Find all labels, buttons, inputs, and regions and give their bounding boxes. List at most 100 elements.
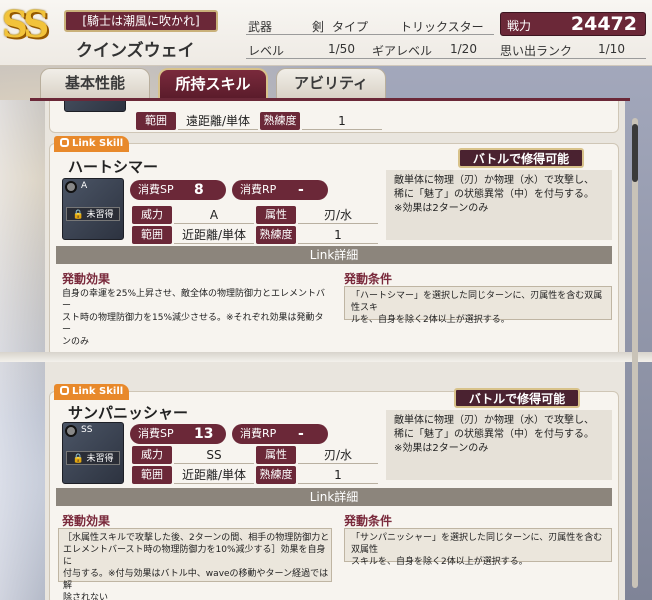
rank-badge: SS — [2, 4, 49, 46]
skill-list[interactable]: 範囲 遠距離/単体 熟練度 1 Link Skill ハートシマー バトルで修得… — [45, 101, 625, 600]
attr-value: 刃/水 — [298, 446, 378, 464]
divider — [246, 58, 646, 59]
attr-value: 刃/水 — [298, 206, 378, 224]
tab-ability[interactable]: アビリティ — [276, 68, 386, 98]
character-title: [騎士は潮風に吹かれ] — [64, 10, 218, 32]
rp-label: 消費RP — [240, 427, 277, 440]
effect-text: 自身の幸運を25%上昇させ、敵全体の物理防御力とエレメントバー スト時の物理防御… — [62, 288, 332, 348]
condition-text: 「サンパニッシャー」を選択した同じターンに、刃属性を含む双属性 スキルを、自身を… — [351, 532, 611, 568]
range-chip: 範囲 — [132, 466, 172, 484]
gear-value: 1/20 — [450, 42, 477, 56]
effect-line: ［水属性スキルで攻撃した後、2ターンの間、相手の物理防御力と — [63, 533, 330, 543]
range-value: 近距離/単体 — [174, 226, 254, 244]
skill-card[interactable]: Link Skill サンパニッシャー バトルで修得可能 SS 🔒 未習得 消費… — [49, 384, 619, 600]
condition-line: 「ハートシマー」を選択した同じターンに、刃属性を含む双属性スキ — [351, 291, 603, 313]
sp-cost: 消費SP 8 — [130, 180, 226, 200]
badge-label: Link Skill — [72, 138, 124, 149]
prof-chip: 熟練度 — [256, 466, 296, 484]
desc-line: 敵単体に物理（刃）か物理（水）で攻撃し、 — [394, 175, 594, 186]
left-side-art — [0, 100, 46, 600]
rp-cost: 消費RP - — [232, 424, 328, 444]
condition-line: ルを、自身を除く2体以上が選択する。 — [351, 315, 510, 325]
tab-bar: 基本性能 所持スキル アビリティ — [30, 66, 630, 100]
desc-line: 敵単体に物理（刃）か物理（水）で攻撃し、 — [394, 415, 594, 426]
effect-box: ［水属性スキルで攻撃した後、2ターンの間、相手の物理防御力と エレメントバースト… — [58, 528, 332, 600]
effect-line: エレメントバースト時の物理防御力を10%減少する］効果を自身に — [63, 545, 326, 567]
link-skill-badge: Link Skill — [54, 384, 130, 400]
range-value: 遠距離/単体 — [178, 112, 258, 130]
divider — [246, 34, 494, 35]
prof-value: 1 — [298, 226, 378, 244]
skill-name: ハートシマー — [68, 158, 159, 176]
tab-skills[interactable]: 所持スキル — [158, 68, 268, 98]
panel-divider — [0, 352, 652, 362]
unlearned-label: 🔒 未習得 — [66, 451, 120, 465]
effect-title: 発動効果 — [62, 272, 111, 286]
attr-chip: 属性 — [256, 206, 296, 224]
skill-icon — [64, 101, 126, 112]
desc-line: 稀に「魅了」の状態異常（中）を付与する。 — [394, 189, 594, 200]
level-value: 1/50 — [328, 42, 355, 56]
tab-basic[interactable]: 基本性能 — [40, 68, 150, 98]
skill-card-partial: 範囲 遠距離/単体 熟練度 1 — [49, 101, 619, 133]
rp-cost: 消費RP - — [232, 180, 328, 200]
rp-value: - — [298, 426, 304, 442]
power-label: 戦力 — [507, 19, 532, 33]
badge-label: Link Skill — [72, 386, 124, 397]
condition-title: 発動条件 — [344, 514, 393, 528]
sp-label: 消費SP — [138, 183, 174, 196]
prof-value: 1 — [298, 466, 378, 484]
desc-line: 稀に「魅了」の状態異常（中）を付与する。 — [394, 429, 594, 440]
link-icon — [60, 138, 69, 147]
type-value: トリックスター — [400, 20, 484, 34]
rp-value: - — [298, 182, 304, 198]
rank-circle-icon — [65, 181, 77, 193]
effect-title: 発動効果 — [62, 514, 111, 528]
skill-card[interactable]: Link Skill ハートシマー バトルで修得可能 A 🔒 未習得 消費SP … — [49, 136, 619, 357]
weapon-value: 剣 — [312, 20, 325, 34]
tab-label: アビリティ — [293, 74, 369, 92]
sp-cost: 消費SP 13 — [130, 424, 226, 444]
skill-icon[interactable]: SS 🔒 未習得 — [62, 422, 124, 484]
unlearned-label: 🔒 未習得 — [66, 207, 120, 221]
gear-label: ギアレベル — [372, 44, 433, 58]
condition-box: 「ハートシマー」を選択した同じターンに、刃属性を含む双属性スキ ルを、自身を除く… — [344, 286, 612, 325]
scrollbar-track[interactable] — [632, 118, 638, 588]
effect-line: ンのみ — [62, 337, 90, 347]
power-value: SS — [174, 446, 254, 464]
tab-label: 基本性能 — [64, 74, 125, 92]
power-chip: 威力 — [132, 446, 172, 464]
memory-label: 思い出ランク — [500, 44, 573, 58]
character-name: クインズウェイ — [76, 41, 195, 61]
sp-value: 13 — [194, 426, 214, 442]
memory-value: 1/10 — [598, 42, 625, 56]
rank-circle-icon — [65, 425, 77, 437]
battle-learnable-badge: バトルで修得可能 — [458, 148, 584, 168]
link-detail-header: Link詳細 — [56, 246, 612, 264]
skill-name: サンパニッシャー — [68, 404, 189, 422]
skill-icon[interactable]: A 🔒 未習得 — [62, 178, 124, 240]
prof-value: 1 — [302, 112, 382, 130]
desc-line: ※効果は2ターンのみ — [394, 443, 489, 454]
sp-value: 8 — [194, 182, 204, 198]
condition-line: 「サンパニッシャー」を選択した同じターンに、刃属性を含む双属性 — [351, 533, 603, 555]
condition-box: 「サンパニッシャー」を選択した同じターンに、刃属性を含む双属性 スキルを、自身を… — [344, 528, 612, 567]
character-header: SS [騎士は潮風に吹かれ] クインズウェイ 武器 剣 タイプ トリックスター … — [0, 0, 652, 66]
range-chip: 範囲 — [136, 112, 176, 130]
condition-title: 発動条件 — [344, 272, 393, 286]
skill-rank: SS — [81, 425, 93, 435]
link-icon — [60, 386, 69, 395]
skill-description: 敵単体に物理（刃）か物理（水）で攻撃し、 稀に「魅了」の状態異常（中）を付与する… — [386, 410, 612, 480]
power-box: 戦力 24472 — [500, 12, 646, 36]
scrollbar-thumb[interactable] — [632, 124, 638, 182]
power-chip: 威力 — [132, 206, 172, 224]
desc-line: ※効果は2ターンのみ — [394, 203, 489, 214]
prof-chip: 熟練度 — [260, 112, 300, 130]
weapon-label: 武器 — [248, 20, 273, 34]
prof-chip: 熟練度 — [256, 226, 296, 244]
effect-text: ［水属性スキルで攻撃した後、2ターンの間、相手の物理防御力と エレメントバースト… — [63, 532, 331, 600]
effect-line: スト時の物理防御力を15%減少させる。※それぞれ効果は発動ター — [62, 313, 324, 335]
effect-line: 付与する。※付与効果はバトル中、waveの移動やターン経過では解 — [63, 569, 329, 591]
power-value: 24472 — [570, 13, 637, 35]
condition-text: 「ハートシマー」を選択した同じターンに、刃属性を含む双属性スキ ルを、自身を除く… — [351, 290, 611, 326]
